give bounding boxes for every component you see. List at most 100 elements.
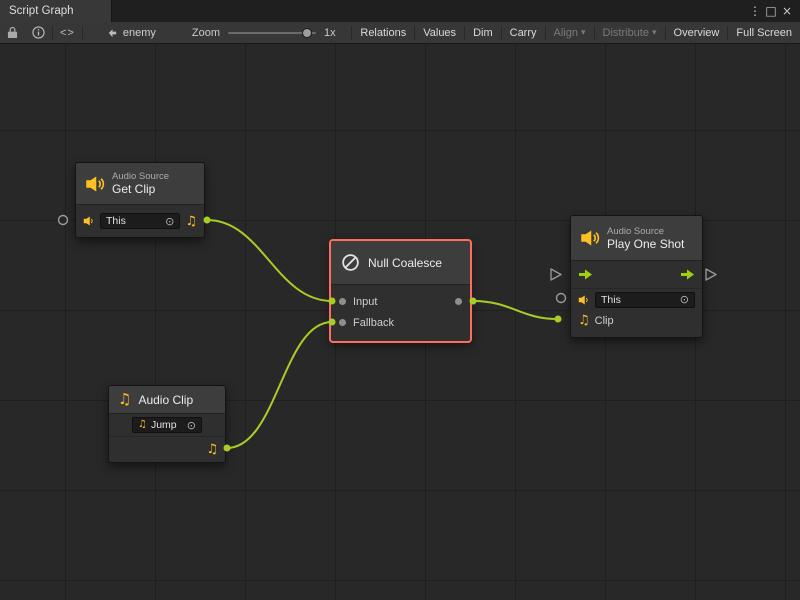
chevron-down-icon: ▾: [581, 28, 586, 38]
close-icon[interactable]: ×: [779, 0, 795, 22]
this-dropdown[interactable]: This ⊙: [595, 292, 695, 308]
speaker-icon: [83, 215, 95, 227]
port-label: Input: [353, 296, 377, 308]
audio-source-icon: [85, 174, 105, 194]
dropdown-value: Jump: [151, 419, 183, 431]
script-graph-window: Script Graph ⋮ □ × <> enemy Zoom: [0, 0, 800, 600]
object-picker-icon[interactable]: ⊙: [680, 294, 689, 305]
zoom-value: 1x: [324, 27, 336, 39]
button-label: Values: [423, 27, 456, 39]
kebab-menu-icon[interactable]: ⋮: [747, 0, 763, 22]
code-view-icon[interactable]: <>: [53, 22, 82, 43]
port-label: Clip: [595, 315, 614, 327]
node-null-coalesce-header[interactable]: Null Coalesce: [331, 241, 470, 285]
button-label: Full Screen: [736, 27, 792, 39]
result-output-port[interactable]: [455, 298, 462, 305]
button-label: Carry: [510, 27, 537, 39]
audioclip-output-icon: ♫: [185, 215, 197, 228]
audio-clip-value-row: ♫ Jump ⊙: [109, 414, 225, 436]
overview-button[interactable]: Overview: [666, 22, 728, 43]
chevron-down-icon: ▾: [652, 28, 657, 38]
flow-out-arrow-icon[interactable]: [680, 269, 695, 280]
tab-bar: Script Graph ⋮ □ ×: [0, 0, 800, 22]
zoom-slider-knob[interactable]: [302, 28, 312, 38]
input-port-row: Input: [331, 291, 470, 312]
audioclip-output-icon: ♫: [206, 443, 218, 456]
wire-audioclip-to-fallback[interactable]: [227, 322, 332, 448]
audio-clip-dropdown[interactable]: ♫ Jump ⊙: [132, 417, 202, 433]
flow-in-arrow-icon[interactable]: [578, 269, 593, 280]
button-label: Distribute: [603, 27, 649, 39]
object-picker-icon[interactable]: ⊙: [187, 420, 196, 431]
get-clip-this-row: This ⊙ ♫: [76, 205, 204, 237]
toolbar-separator: [82, 26, 83, 40]
node-title: Get Clip: [112, 182, 169, 196]
node-get-clip[interactable]: Audio Source Get Clip This ⊙ ♫: [75, 162, 205, 238]
flow-port-row: [571, 261, 702, 289]
fallback-port-row: Fallback: [331, 312, 470, 333]
button-label: Relations: [360, 27, 406, 39]
node-play-one-shot[interactable]: Audio Source Play One Shot This ⊙: [570, 215, 703, 338]
node-footer: [571, 331, 702, 337]
zoom-label: Zoom: [192, 27, 220, 39]
maximize-icon[interactable]: □: [763, 0, 779, 22]
dropdown-value: This: [601, 294, 676, 306]
node-category: Audio Source: [607, 226, 684, 237]
getclip-this-input-port[interactable]: [59, 216, 68, 225]
window-controls: ⋮ □ ×: [747, 0, 800, 22]
node-title: Null Coalesce: [368, 256, 442, 270]
graph-toolbar: <> enemy Zoom 1x Relations Values Dim Ca…: [0, 22, 800, 44]
button-label: Overview: [674, 27, 720, 39]
null-coalesce-body: Input Fallback: [331, 285, 470, 341]
wire-endpoint[interactable]: [555, 316, 562, 323]
flow-input-triangle-icon[interactable]: [551, 269, 561, 280]
wire-getclip-to-input[interactable]: [207, 220, 332, 301]
carry-button[interactable]: Carry: [502, 22, 545, 43]
tab-label: Script Graph: [9, 5, 74, 17]
flow-output-triangle-icon[interactable]: [706, 269, 716, 280]
input-port[interactable]: [339, 298, 346, 305]
lock-icon[interactable]: [0, 22, 25, 43]
align-button: Align▾: [546, 22, 594, 43]
audioclip-icon: ♫: [138, 420, 147, 430]
port-label: Fallback: [353, 317, 394, 329]
speaker-icon: [578, 294, 590, 306]
node-audio-clip-header[interactable]: ♫ Audio Clip: [109, 386, 225, 414]
wire-result-to-clip[interactable]: [473, 301, 558, 319]
node-audio-clip[interactable]: ♫ Audio Clip ♫ Jump ⊙ ♫: [108, 385, 226, 463]
button-label: Dim: [473, 27, 493, 39]
info-icon[interactable]: [25, 22, 52, 43]
node-title: Audio Clip: [138, 393, 193, 407]
audio-source-icon: [580, 228, 600, 248]
breadcrumb[interactable]: enemy: [107, 27, 156, 39]
toolbar-buttons: Relations Values Dim Carry Align▾ Distri…: [351, 22, 800, 43]
dropdown-value: This: [106, 215, 161, 227]
breadcrumb-label: enemy: [123, 27, 156, 39]
audio-clip-output-row: ♫: [109, 436, 225, 462]
graph-breadcrumb-icon: [107, 27, 118, 38]
relations-button[interactable]: Relations: [352, 22, 414, 43]
node-category: Audio Source: [112, 171, 169, 182]
null-coalesce-icon: [340, 252, 361, 273]
playoneshot-this-input-port[interactable]: [557, 294, 566, 303]
full-screen-button[interactable]: Full Screen: [728, 22, 800, 43]
audioclip-input-icon: ♫: [578, 314, 590, 327]
tab-script-graph[interactable]: Script Graph: [0, 0, 112, 22]
this-dropdown[interactable]: This ⊙: [100, 213, 180, 229]
values-button[interactable]: Values: [415, 22, 464, 43]
object-picker-icon[interactable]: ⊙: [165, 216, 174, 227]
node-get-clip-header[interactable]: Audio Source Get Clip: [76, 163, 204, 205]
graph-canvas[interactable]: Audio Source Get Clip This ⊙ ♫: [0, 44, 800, 600]
node-title: Play One Shot: [607, 237, 684, 251]
fallback-port[interactable]: [339, 319, 346, 326]
play-one-shot-clip-row: ♫ Clip: [571, 310, 702, 331]
zoom-control: Zoom 1x: [192, 27, 336, 39]
audio-clip-icon: ♫: [118, 392, 131, 407]
node-play-one-shot-header[interactable]: Audio Source Play One Shot: [571, 216, 702, 261]
node-null-coalesce[interactable]: Null Coalesce Input Fallback: [330, 240, 471, 342]
button-label: Align: [554, 27, 578, 39]
zoom-slider[interactable]: [228, 27, 316, 39]
play-one-shot-this-row: This ⊙: [571, 289, 702, 310]
distribute-button: Distribute▾: [595, 22, 665, 43]
dim-button[interactable]: Dim: [465, 22, 501, 43]
